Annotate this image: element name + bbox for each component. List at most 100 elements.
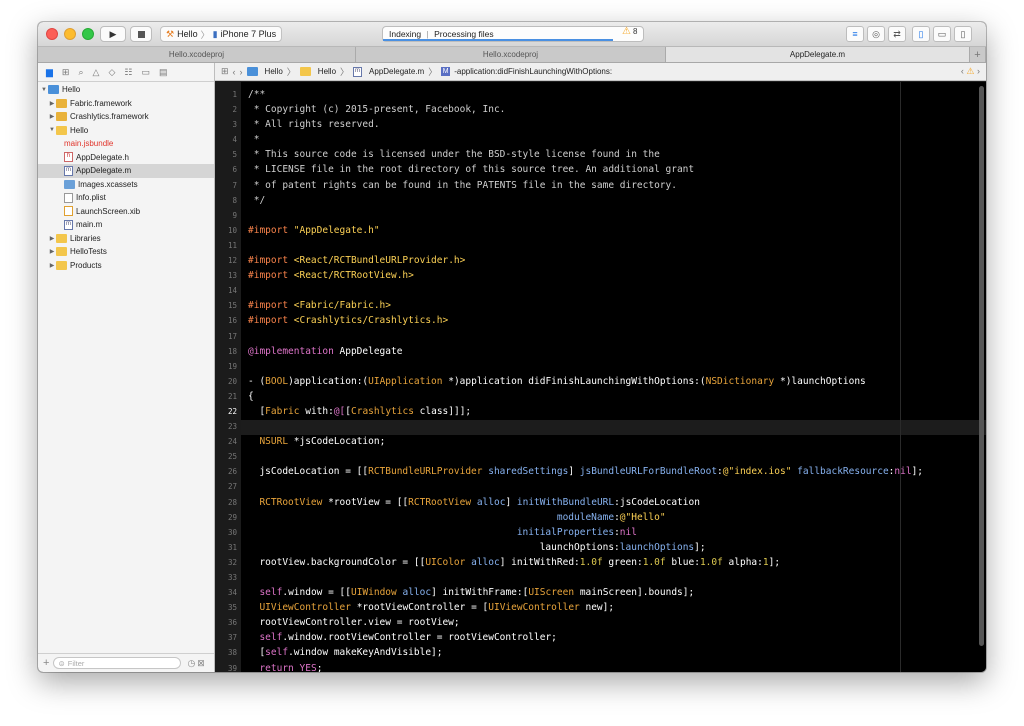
toggle-navigator-button[interactable]: ▯ (912, 26, 930, 42)
warning-icon: ⚠ (622, 26, 631, 37)
line-number: 8 (232, 195, 237, 205)
standard-editor-button[interactable]: ≡ (846, 26, 864, 42)
line-numbers: 1 2 3 4 5 6 7 8 9 10 11 12 13 14 15 16 17 18 19 20 21 22 23 24 2… (215, 87, 237, 672)
bottom-panel-icon: ▭ (937, 28, 947, 39)
tab-appdelegate-m[interactable]: AppDelegate.m (666, 47, 970, 62)
line-number: 34 (227, 588, 237, 598)
framework-icon (56, 98, 67, 108)
stop-icon (137, 30, 145, 38)
line-number: 30 (227, 527, 237, 537)
activity-viewer[interactable]: Indexing | Processing files (382, 26, 644, 42)
line-number: 35 (227, 603, 237, 613)
disclosure-closed-icon[interactable]: ▶ (48, 100, 56, 107)
line-number: 5 (232, 150, 237, 160)
line-number: 18 (227, 346, 237, 356)
tree-row-info-plist[interactable]: Info.plist (38, 191, 214, 205)
code-text[interactable]: /** * Copyright (c) 2015-present, Facebo… (248, 87, 923, 672)
line-number: 3 (232, 120, 237, 130)
tab-hello-xcodeproj-1[interactable]: Hello.xcodeproj (38, 47, 356, 62)
disclosure-closed-icon[interactable]: ▶ (48, 235, 56, 242)
tree-row-products[interactable]: ▶ Products (38, 259, 214, 273)
navigator-filter-field[interactable]: ⊜ Filter (53, 657, 182, 669)
report-icon[interactable]: ▤ (159, 67, 168, 78)
jumpbar-file[interactable]: AppDelegate.m (369, 67, 424, 76)
related-items-icon[interactable]: ⊞ (221, 66, 229, 77)
warning-icon[interactable]: ⚠ (966, 66, 974, 76)
tab-hello-xcodeproj-2[interactable]: Hello.xcodeproj (356, 47, 666, 62)
folder-icon (56, 247, 67, 257)
line-number: 39 (227, 663, 237, 672)
add-file-button[interactable]: + (43, 657, 49, 669)
disclosure-closed-icon[interactable]: ▶ (48, 248, 56, 255)
disclosure-open-icon[interactable]: ▼ (40, 87, 48, 93)
recent-files-icon[interactable]: ◷ (187, 658, 195, 669)
line-number: 4 (232, 135, 237, 145)
forward-button[interactable]: › (240, 67, 243, 77)
warning-badge[interactable]: ⚠ 8 (622, 26, 637, 37)
activity-progress-bar (383, 39, 613, 41)
tree-row-main-jsbundle[interactable]: main.jsbundle (38, 137, 214, 151)
tree-row-hello-group[interactable]: ▼ Hello (38, 124, 214, 138)
warning-count: 8 (632, 27, 638, 36)
minimize-window-button[interactable] (64, 28, 76, 40)
disclosure-closed-icon[interactable]: ▶ (48, 113, 56, 120)
jumpbar-project[interactable]: Hello (265, 67, 283, 76)
tree-row-main-m[interactable]: m main.m (38, 218, 214, 232)
rings-icon: ◎ (872, 28, 880, 39)
back-button[interactable]: ‹ (233, 67, 236, 77)
tree-row-launchscreen-xib[interactable]: LaunchScreen.xib (38, 205, 214, 219)
line-number: 1 (232, 90, 237, 99)
new-tab-button[interactable]: + (970, 47, 986, 62)
toggle-utilities-button[interactable]: ▯ (954, 26, 972, 42)
tab-bar: Hello.xcodeproj Hello.xcodeproj AppDeleg… (38, 47, 986, 63)
disclosure-open-icon[interactable]: ▼ (48, 127, 56, 133)
disclosure-closed-icon[interactable]: ▶ (48, 262, 56, 269)
method-icon: M (441, 67, 451, 76)
jumpbar-group[interactable]: Hello (318, 67, 336, 76)
tree-row-libraries[interactable]: ▶ Libraries (38, 232, 214, 246)
jumpbar-symbol[interactable]: -application:didFinishLaunchingWithOptio… (454, 67, 612, 76)
tree-row-hellotests[interactable]: ▶ HelloTests (38, 245, 214, 259)
chevron-right-icon: 〉 (286, 67, 296, 77)
chevron-right-icon: 〉 (428, 67, 438, 77)
hammer-icon: ⚒ (166, 28, 175, 39)
vertical-scrollbar[interactable] (979, 86, 984, 646)
tree-row-crashlytics[interactable]: ▶ Crashlytics.framework (38, 110, 214, 124)
search-icon[interactable]: ⌕ (78, 67, 83, 78)
line-number: 12 (227, 256, 237, 266)
line-number: 13 (227, 271, 237, 281)
source-editor[interactable]: 1 2 3 4 5 6 7 8 9 10 11 12 13 14 15 16 17 18 19 20 21 22 23 24 2… (215, 82, 986, 672)
next-issue-button[interactable]: › (977, 66, 980, 76)
previous-issue-button[interactable]: ‹ (961, 66, 964, 76)
assistant-editor-button[interactable]: ◎ (867, 26, 885, 42)
tree-row-project[interactable]: ▼ Hello (38, 83, 214, 97)
hierarchy-icon[interactable]: ⊞ (62, 67, 70, 78)
chevron-right-icon: 〉 (200, 29, 210, 40)
toggle-debug-area-button[interactable]: ▭ (933, 26, 951, 42)
warning-icon[interactable]: △ (93, 67, 100, 78)
filter-icon: ⊜ (58, 658, 65, 668)
filter-placeholder: Filter (67, 658, 85, 668)
line-number: 7 (232, 180, 237, 190)
line-number: 11 (227, 240, 237, 250)
tree-row-fabric[interactable]: ▶ Fabric.framework (38, 97, 214, 111)
folder-icon[interactable]: ▆ (46, 67, 53, 78)
tree-row-appdelegate-h[interactable]: h AppDelegate.h (38, 151, 214, 165)
line-number: 6 (232, 165, 237, 175)
close-window-button[interactable] (46, 28, 58, 40)
tree-row-images-xcassets[interactable]: Images.xcassets (38, 178, 214, 192)
breakpoint-icon[interactable]: ▭ (141, 67, 150, 78)
tree-row-appdelegate-m[interactable]: m AppDelegate.m (38, 164, 214, 178)
test-icon[interactable]: ◇ (108, 67, 115, 78)
run-button[interactable]: ▶ (100, 26, 126, 42)
zoom-window-button[interactable] (82, 28, 94, 40)
xcode-window: ▶ ⚒ Hello 〉 ▮ iPhone 7 Plus Indexing | P… (38, 22, 986, 672)
folder-icon (56, 125, 67, 135)
debug-icon[interactable]: ☷ (124, 67, 132, 78)
file-tree: ▼ Hello ▶ Fabric.framework ▶ Crashlytics… (38, 83, 214, 272)
stop-button[interactable] (130, 26, 152, 42)
version-editor-button[interactable]: ⇄ (888, 26, 906, 42)
left-panel-icon: ▯ (918, 28, 924, 39)
source-control-filter-icon[interactable]: ⊠ (197, 658, 205, 669)
scheme-selector[interactable]: ⚒ Hello 〉 ▮ iPhone 7 Plus (160, 26, 283, 42)
